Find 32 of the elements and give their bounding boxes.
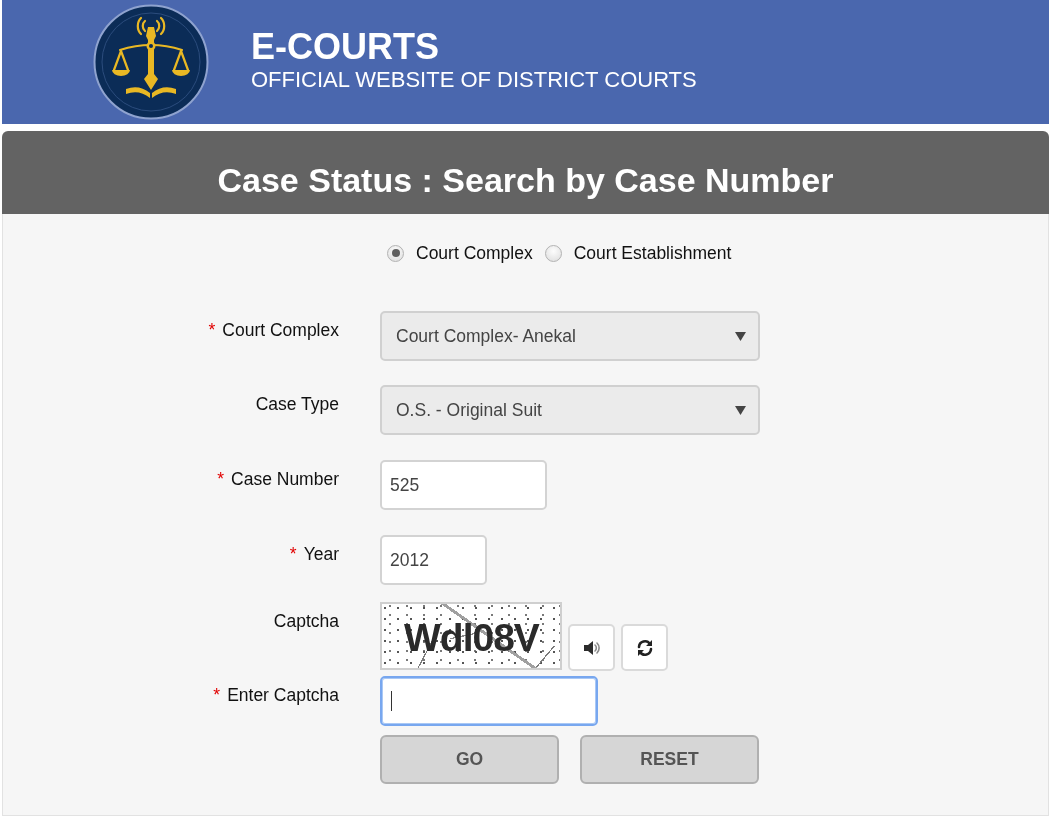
speaker-icon	[582, 639, 601, 656]
refresh-button[interactable]	[621, 624, 668, 671]
field-label: Case Type	[255, 394, 339, 414]
site-subtitle: OFFICIAL WEBSITE OF DISTRICT COURTS	[251, 66, 697, 92]
site-title: E-COURTS	[251, 26, 439, 67]
required-asterisk: *	[213, 685, 221, 705]
field-label: Captcha	[273, 611, 339, 631]
required-asterisk: *	[289, 544, 297, 564]
radio-button[interactable]	[387, 244, 404, 262]
scales-emblem-icon	[93, 4, 209, 120]
caret-icon	[735, 331, 746, 341]
radio-label[interactable]: Court Establishment	[573, 243, 732, 263]
case-type-dropdown[interactable]: O.S. - Original Suit	[380, 385, 760, 435]
radio-button[interactable]	[544, 244, 562, 262]
field-label: Year	[303, 544, 339, 564]
required-asterisk: *	[217, 469, 225, 489]
text-cursor-icon	[391, 691, 392, 711]
year-field[interactable]: 2012	[380, 535, 487, 585]
page-title: Case Status : Search by Case Number	[217, 160, 834, 200]
field-label: Court Complex	[222, 320, 339, 340]
required-asterisk: *	[208, 320, 216, 340]
court-complex-dropdown[interactable]: Court Complex- Anekal	[380, 311, 760, 361]
caret-icon	[735, 405, 746, 415]
reset-button[interactable]: RESET	[580, 735, 759, 784]
radio-label[interactable]: Court Complex	[416, 243, 533, 263]
audio-button[interactable]	[568, 624, 615, 671]
case-number-field[interactable]: 525	[380, 460, 547, 510]
go-button[interactable]: GO	[380, 735, 559, 784]
refresh-icon	[635, 638, 654, 657]
captcha-input-field[interactable]	[380, 676, 598, 726]
field-label: Enter Captcha	[227, 685, 339, 705]
field-label: Case Number	[231, 469, 339, 489]
